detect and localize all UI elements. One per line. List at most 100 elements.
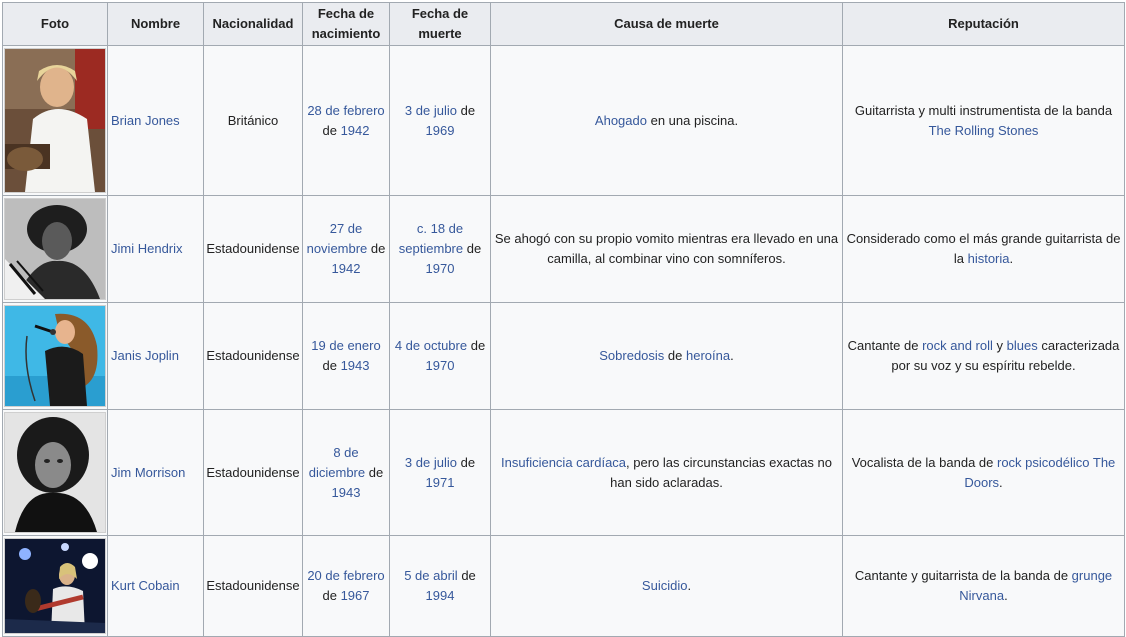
kurt-cobain-photo[interactable] [4, 538, 106, 634]
cause-end: . [687, 578, 692, 593]
reputation-cell: Guitarrista y multi instrumentista de la… [842, 45, 1125, 196]
birth-cell: 27 de noviembre de 1942 [302, 195, 390, 303]
rep-link-2[interactable]: blues [1007, 338, 1038, 353]
death-cell: 5 de abril de 1994 [389, 535, 491, 637]
photo-cell [2, 409, 108, 536]
rep-text: Cantante y guitarrista de la banda de [854, 568, 1069, 583]
header-row: Foto Nombre Nacionalidad Fecha de nacimi… [2, 2, 1125, 46]
rep-link-1[interactable]: rock psicodélico [997, 455, 1090, 470]
rep-link-1[interactable]: grunge [1072, 568, 1112, 583]
birth-date-link[interactable]: 20 de febrero [307, 568, 384, 583]
header-nombre: Nombre [107, 2, 204, 46]
photo-cell [2, 535, 108, 637]
name-cell: Jim Morrison [107, 409, 204, 536]
rep-end: . [1009, 251, 1014, 266]
reputation-cell: Cantante y guitarrista de la banda de gr… [842, 535, 1125, 637]
birth-year-link[interactable]: 1943 [341, 358, 370, 373]
table-row: Jimi Hendrix Estadounidense 27 de noviem… [2, 195, 1125, 303]
death-year-link[interactable]: 1969 [426, 123, 455, 138]
cause-link[interactable]: Suicidio [642, 578, 688, 593]
reputation-cell: Vocalista de la banda de rock psicodélic… [842, 409, 1125, 536]
cause-link[interactable]: Insuficiencia cardíaca [501, 455, 626, 470]
death-sep: de [466, 241, 482, 256]
death-cell: 3 de julio de 1969 [389, 45, 491, 196]
birth-date-link[interactable]: 27 de noviembre [307, 221, 368, 256]
name-link[interactable]: Jim Morrison [111, 465, 185, 480]
cause-link-2[interactable]: heroína [686, 348, 730, 363]
birth-date-link[interactable]: 8 de diciembre [309, 445, 365, 480]
rep-link[interactable]: The Rolling Stones [929, 123, 1039, 138]
death-sep: de [460, 454, 476, 470]
table-row: Kurt Cobain Estadounidense 20 de febrero… [2, 535, 1125, 637]
rep-link[interactable]: historia [968, 251, 1010, 266]
cause-text: en una piscina. [650, 112, 739, 128]
name-link[interactable]: Janis Joplin [111, 348, 179, 363]
birth-date-link[interactable]: 19 de enero [311, 338, 380, 353]
rep-link-2[interactable]: Nirvana [959, 588, 1004, 603]
table-row: Brian Jones Británico 28 de febrero de 1… [2, 45, 1125, 196]
birth-cell: 19 de enero de 1943 [302, 302, 390, 410]
cause-link[interactable]: Ahogado [595, 113, 647, 128]
jim-morrison-photo[interactable] [4, 412, 106, 533]
death-cell: 3 de julio de 1971 [389, 409, 491, 536]
name-cell: Brian Jones [107, 45, 204, 196]
death-date-link[interactable]: 3 de julio [405, 455, 457, 470]
name-link[interactable]: Brian Jones [111, 113, 180, 128]
musicians-table: Foto Nombre Nacionalidad Fecha de nacimi… [2, 2, 1125, 637]
death-year-link[interactable]: 1971 [426, 475, 455, 490]
nationality-cell: Estadounidense [203, 195, 303, 303]
death-year-link[interactable]: 1970 [426, 261, 455, 276]
rep-text-1: Cantante de [847, 338, 919, 353]
birth-sep: de [322, 358, 337, 373]
death-sep: de [470, 338, 486, 353]
birth-date-link[interactable]: 28 de febrero [307, 103, 384, 118]
janis-joplin-photo[interactable] [4, 305, 106, 407]
reputation-cell: Considerado como el más grande guitarris… [842, 195, 1125, 303]
name-cell: Kurt Cobain [107, 535, 204, 637]
header-foto: Foto [2, 2, 108, 46]
rep-end: . [999, 474, 1003, 490]
photo-cell [2, 302, 108, 410]
birth-year-link[interactable]: 1967 [341, 588, 370, 603]
death-cell: 4 de octubre de 1970 [389, 302, 491, 410]
death-date-link[interactable]: 5 de abril [404, 568, 457, 583]
rep-end: . [1004, 588, 1008, 603]
death-cell: c. 18 de septiembre de 1970 [389, 195, 491, 303]
jimi-hendrix-photo[interactable] [4, 198, 106, 300]
death-date-link[interactable]: 4 de octubre [395, 338, 467, 353]
cause-link-1[interactable]: Sobredosis [599, 348, 664, 363]
death-year-link[interactable]: 1970 [426, 358, 455, 373]
nationality-cell: Estadounidense [203, 409, 303, 536]
cause-cell: Ahogado en una piscina. [490, 45, 843, 196]
rep-text: Guitarrista y multi instrumentista de la… [854, 102, 1113, 118]
cause-cell: Suicidio. [490, 535, 843, 637]
birth-year-link[interactable]: 1943 [332, 485, 361, 500]
rep-mid: y [996, 338, 1004, 353]
birth-cell: 20 de febrero de 1967 [302, 535, 390, 637]
brian-jones-photo[interactable] [4, 48, 106, 193]
cause-mid: de [667, 348, 683, 363]
cause-text: , pero las circunstancias exactas no han… [610, 454, 832, 490]
rep-text: Vocalista de la banda de [851, 454, 994, 470]
birth-sep: de [322, 588, 337, 603]
rep-link-1[interactable]: rock and roll [922, 338, 993, 353]
cause-cell: Sobredosis de heroína. [490, 302, 843, 410]
name-link[interactable]: Kurt Cobain [111, 578, 180, 593]
death-sep: de [461, 568, 476, 583]
death-date-link[interactable]: c. 18 de septiembre [399, 221, 463, 256]
name-cell: Janis Joplin [107, 302, 204, 410]
header-fecha-nacimiento: Fecha de nacimiento [302, 2, 390, 46]
name-cell: Jimi Hendrix [107, 195, 204, 303]
cause-end: . [730, 348, 734, 363]
table-row: Janis Joplin Estadounidense 19 de enero … [2, 302, 1125, 410]
photo-cell [2, 195, 108, 303]
photo-cell [2, 45, 108, 196]
death-date-link[interactable]: 3 de julio [405, 103, 457, 118]
birth-year-link[interactable]: 1942 [332, 261, 361, 276]
death-year-link[interactable]: 1994 [426, 588, 455, 603]
birth-sep: de [322, 122, 337, 138]
name-link[interactable]: Jimi Hendrix [111, 241, 183, 256]
header-causa-muerte: Causa de muerte [490, 2, 843, 46]
birth-year-link[interactable]: 1942 [341, 123, 370, 138]
death-sep: de [460, 102, 476, 118]
